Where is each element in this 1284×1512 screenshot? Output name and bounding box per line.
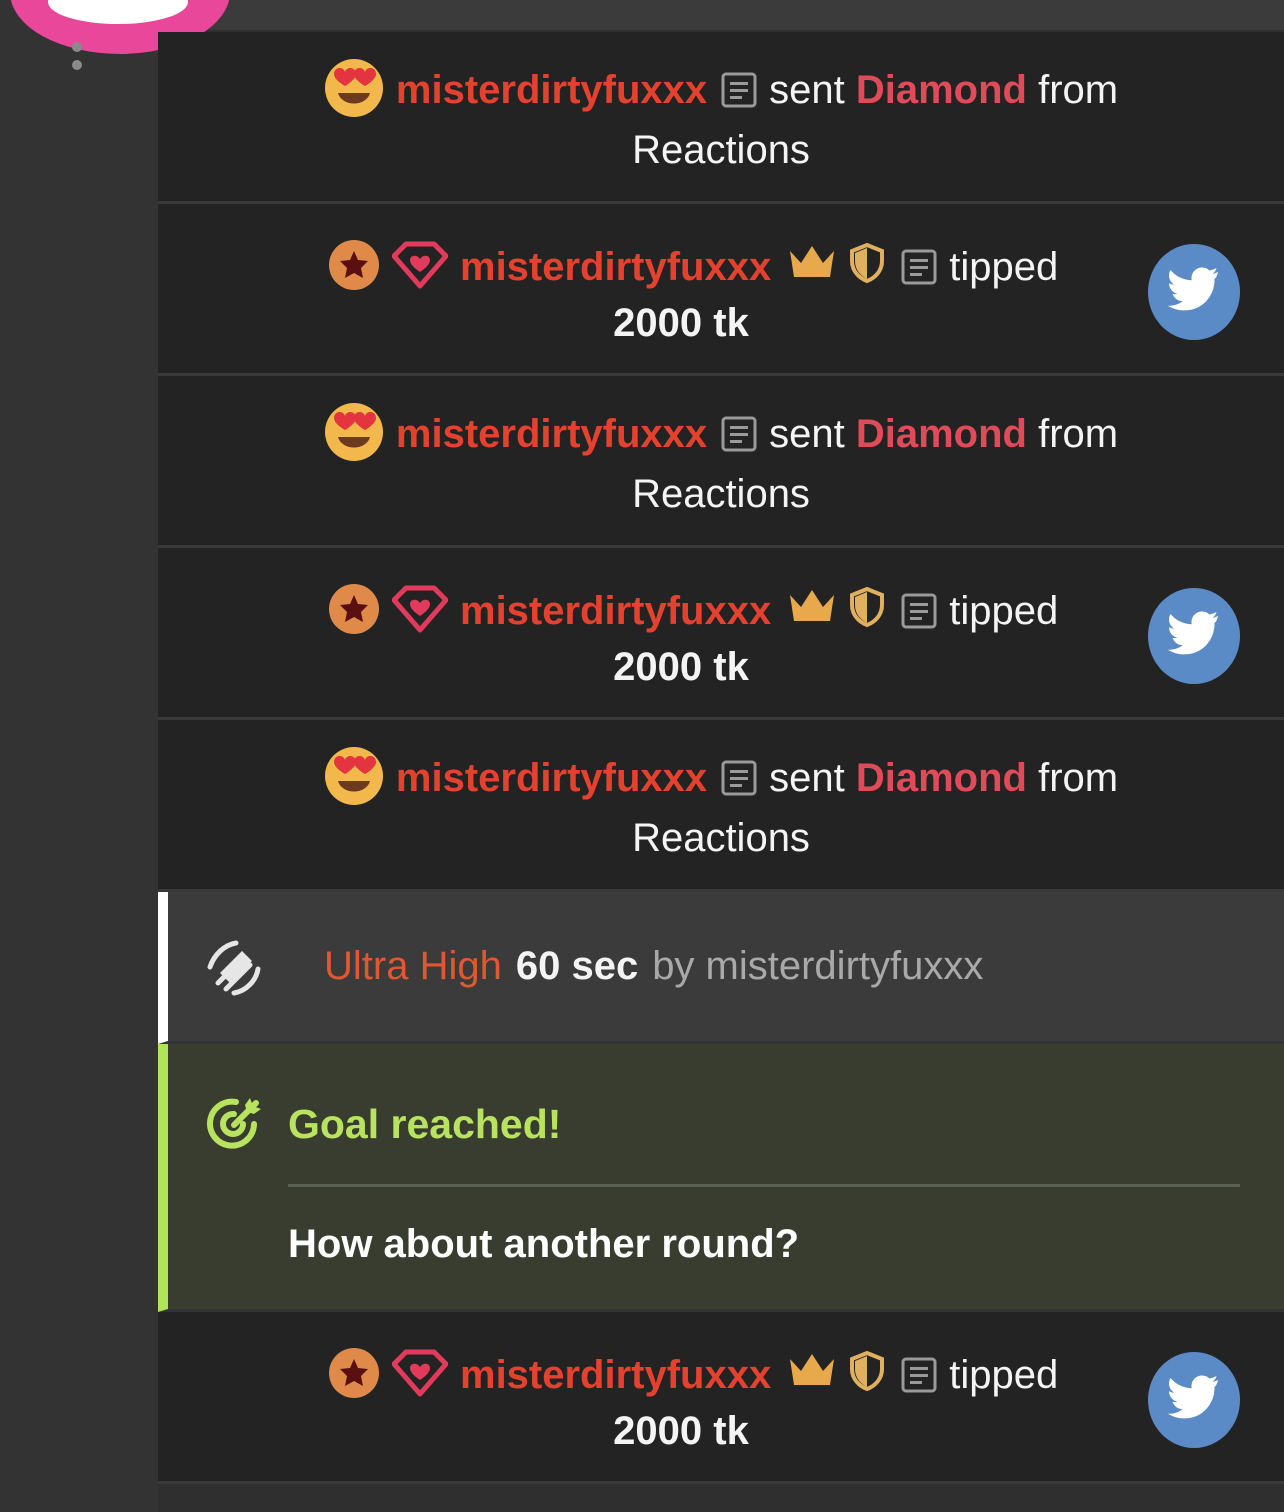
goal-title: Goal reached!: [288, 1101, 562, 1147]
twitter-share-button[interactable]: [1148, 588, 1240, 684]
star-badge-icon: [328, 583, 380, 635]
verb-text: sent: [769, 756, 845, 800]
reaction-message: misterdirtyfuxxx sent Diamond from Reacti…: [158, 720, 1284, 892]
from-text: from: [1038, 412, 1119, 456]
crown-icon: [787, 587, 837, 627]
username[interactable]: misterdirtyfuxxx: [460, 589, 771, 633]
reaction-message: misterdirtyfuxxx sent Diamond from Reacti…: [158, 32, 1284, 204]
username[interactable]: misterdirtyfuxxx: [460, 1353, 771, 1397]
from-text: from: [1038, 756, 1119, 800]
gift-name: Diamond: [855, 756, 1027, 800]
tip-message: misterdirtyfuxxx tipped 2000 tk: [158, 548, 1284, 720]
goal-subtitle: How about another round?: [288, 1222, 800, 1266]
more-options-icon[interactable]: [72, 42, 84, 78]
from-text: from: [1038, 68, 1119, 112]
tip-amount: 2000 tk: [613, 301, 749, 346]
shield-icon: [847, 1350, 887, 1392]
target-icon: [204, 1094, 266, 1156]
verb-text: tipped: [949, 245, 1059, 289]
vibration-level: Ultra High: [324, 944, 502, 988]
notes-icon[interactable]: [721, 760, 757, 796]
gift-name: Diamond: [855, 412, 1027, 456]
reaction-source: Reactions: [632, 816, 810, 861]
username[interactable]: misterdirtyfuxxx: [396, 412, 707, 456]
reaction-source: Reactions: [632, 128, 810, 173]
tip-message: misterdirtyfuxxx tipped 2000 tk: [158, 1312, 1284, 1484]
crown-icon: [787, 243, 837, 283]
tip-amount: 2000 tk: [613, 645, 749, 690]
star-badge-icon: [328, 239, 380, 291]
left-rail: [0, 0, 230, 1512]
diamond-heart-icon: [392, 1348, 448, 1398]
shield-icon: [847, 242, 887, 284]
diamond-heart-icon: [392, 584, 448, 634]
twitter-share-button[interactable]: [1148, 244, 1240, 340]
vibration-duration: 60 sec: [515, 944, 639, 988]
verb-text: sent: [769, 412, 845, 456]
twitter-share-button[interactable]: [1148, 1352, 1240, 1448]
vibration-by: by misterdirtyfuxxx: [652, 944, 984, 988]
chat-feed: misterdirtyfuxxx sent Diamond from Reacti…: [158, 32, 1284, 1484]
gift-name: Diamond: [855, 68, 1027, 112]
crown-icon: [787, 1351, 837, 1391]
verb-text: sent: [769, 68, 845, 112]
verb-text: tipped: [949, 589, 1059, 633]
reaction-source: Reactions: [632, 472, 810, 517]
username[interactable]: misterdirtyfuxxx: [396, 756, 707, 800]
notes-icon[interactable]: [901, 593, 937, 629]
username[interactable]: misterdirtyfuxxx: [460, 245, 771, 289]
notes-icon[interactable]: [901, 1357, 937, 1393]
divider: [288, 1184, 1240, 1187]
vibration-notice: Ultra High 60 sec by misterdirtyfuxxx: [158, 892, 1284, 1044]
vibration-icon: [204, 937, 264, 997]
heart-eyes-emoji-icon: [324, 402, 384, 462]
verb-text: tipped: [949, 1353, 1059, 1397]
tip-message: misterdirtyfuxxx tipped 2000 tk: [158, 204, 1284, 376]
heart-eyes-emoji-icon: [324, 58, 384, 118]
goal-notice: Goal reached! How about another round?: [158, 1044, 1284, 1312]
notes-icon[interactable]: [901, 249, 937, 285]
shield-icon: [847, 586, 887, 628]
notes-icon[interactable]: [721, 72, 757, 108]
heart-eyes-emoji-icon: [324, 746, 384, 806]
notes-icon[interactable]: [721, 416, 757, 452]
username[interactable]: misterdirtyfuxxx: [396, 68, 707, 112]
tip-amount: 2000 tk: [613, 1409, 749, 1454]
star-badge-icon: [328, 1347, 380, 1399]
diamond-heart-icon: [392, 240, 448, 290]
reaction-message: misterdirtyfuxxx sent Diamond from Reacti…: [158, 376, 1284, 548]
